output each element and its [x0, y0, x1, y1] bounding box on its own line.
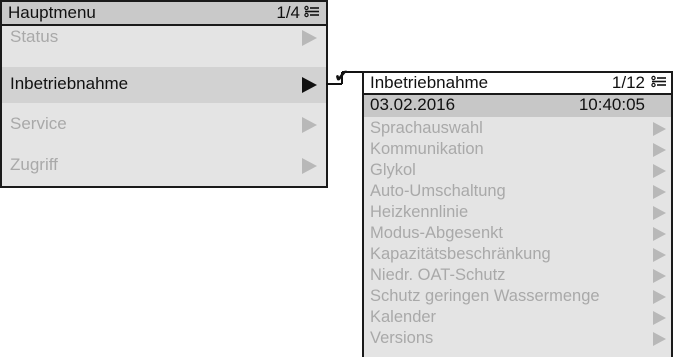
triangle-right-icon: [653, 269, 666, 283]
sub-menu-header: Inbetriebnahme 1/12: [364, 73, 671, 95]
main-menu-item-label: Inbetriebnahme: [10, 74, 129, 93]
triangle-right-icon: [302, 30, 317, 46]
main-menu-item-status[interactable]: Status: [2, 26, 326, 48]
main-menu-item-label: Service: [10, 114, 67, 133]
triangle-right-icon: [653, 143, 666, 157]
main-menu-item-service[interactable]: Service: [2, 108, 326, 144]
triangle-right-icon: [302, 117, 317, 133]
sub-menu-item-label: Modus-Abgesenkt: [370, 224, 503, 242]
main-menu-header: Hauptmenu 1/4: [2, 2, 326, 26]
sub-menu-item-label: Schutz geringen Wassermenge: [370, 287, 600, 305]
main-menu-item-label: Zugriff: [10, 155, 58, 174]
main-menu-item-label: Status: [10, 27, 59, 46]
sub-menu-item-niedr-oat-schutz[interactable]: Niedr. OAT-Schutz: [364, 266, 671, 287]
sub-menu-item-label: Heizkennlinie: [370, 203, 469, 221]
sub-menu-item-auto-umschaltung[interactable]: Auto-Umschaltung: [364, 182, 671, 203]
sub-menu-item-label: Auto-Umschaltung: [370, 182, 506, 200]
triangle-right-icon: [302, 77, 317, 93]
current-time: 10:40:05: [578, 95, 645, 114]
triangle-right-icon: [302, 158, 317, 174]
sub-menu-item-modus-abgesenkt[interactable]: Modus-Abgesenkt: [364, 224, 671, 245]
sub-menu-item-label: Niedr. OAT-Schutz: [370, 266, 506, 284]
sub-menu-item-label: Glykol: [370, 161, 416, 179]
main-menu-panel: Hauptmenu 1/4 Status Inbetriebnahme Serv…: [0, 0, 328, 188]
checkmark-icon: ✔: [334, 66, 350, 87]
sub-menu-item-kommunikation[interactable]: Kommunikation: [364, 140, 671, 161]
sub-menu-item-glykol[interactable]: Glykol: [364, 161, 671, 182]
sub-menu-item-label: Sprachauswahl: [370, 119, 483, 137]
sub-menu-item-sprachauswahl[interactable]: Sprachauswahl: [364, 119, 671, 140]
triangle-right-icon: [653, 185, 666, 199]
sub-menu-panel: Inbetriebnahme 1/12 03.02.2016 10:40:05 …: [362, 71, 673, 357]
triangle-right-icon: [653, 311, 666, 325]
main-menu-item-inbetriebnahme[interactable]: Inbetriebnahme: [2, 67, 326, 103]
main-menu-title: Hauptmenu: [8, 3, 96, 22]
sub-menu-item-label: Kapazitätsbeschränkung: [370, 245, 551, 263]
sub-menu-item-versions[interactable]: Versions: [364, 329, 671, 350]
datetime-row[interactable]: 03.02.2016 10:40:05: [364, 95, 671, 117]
triangle-right-icon: [653, 227, 666, 241]
sub-menu-page-indicator: 1/12: [611, 73, 645, 92]
main-menu-item-zugriff[interactable]: Zugriff: [2, 149, 326, 185]
sub-menu-item-label: Kalender: [370, 308, 437, 326]
sub-menu-title: Inbetriebnahme: [370, 73, 489, 92]
sub-menu-item-schutz-geringen-wassermenge[interactable]: Schutz geringen Wassermenge: [364, 287, 671, 308]
list-icon: [651, 75, 666, 88]
triangle-right-icon: [653, 332, 666, 346]
list-icon: [304, 5, 319, 18]
triangle-right-icon: [653, 248, 666, 262]
triangle-right-icon: [653, 164, 666, 178]
sub-menu-item-kapazitaetsbeschraenkung[interactable]: Kapazitätsbeschränkung: [364, 245, 671, 266]
current-date: 03.02.2016: [370, 95, 456, 114]
triangle-right-icon: [653, 206, 666, 220]
triangle-right-icon: [653, 290, 666, 304]
main-menu-page-indicator: 1/4: [276, 3, 300, 22]
sub-menu-item-label: Kommunikation: [370, 140, 484, 158]
sub-menu-item-label: Versions: [370, 329, 434, 347]
sub-menu-item-heizkennlinie[interactable]: Heizkennlinie: [364, 203, 671, 224]
sub-menu-item-kalender[interactable]: Kalender: [364, 308, 671, 329]
triangle-right-icon: [653, 122, 666, 136]
